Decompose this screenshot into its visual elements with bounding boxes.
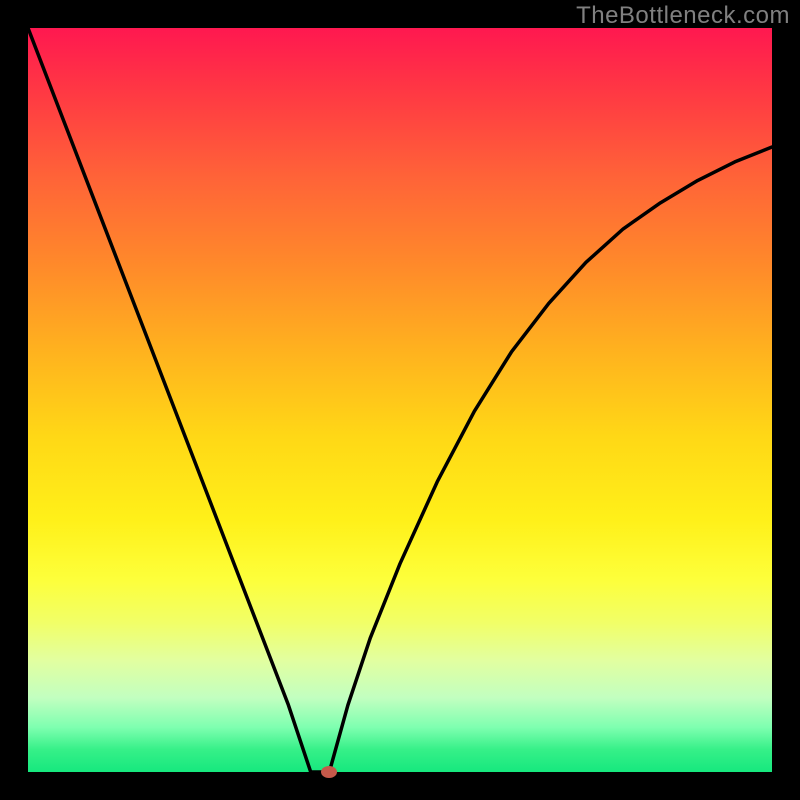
plot-area — [28, 28, 772, 772]
optimal-point-marker — [321, 766, 337, 778]
bottleneck-curve — [28, 28, 772, 772]
chart-frame: TheBottleneck.com — [0, 0, 800, 800]
watermark-text: TheBottleneck.com — [576, 2, 790, 30]
